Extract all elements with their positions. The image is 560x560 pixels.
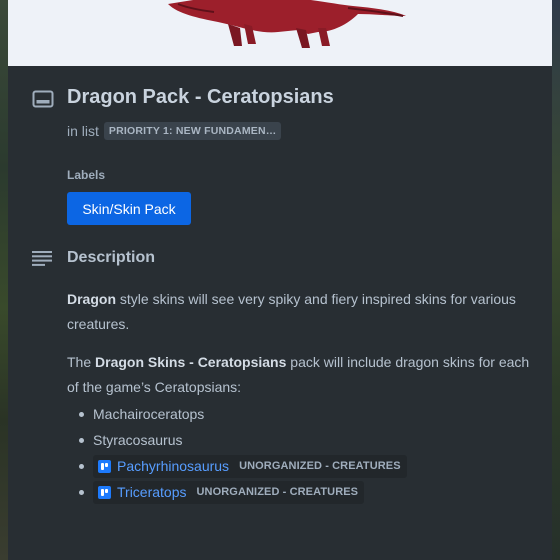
list-item-text: Machairoceratops — [93, 406, 205, 422]
background-left-edge — [0, 0, 8, 560]
in-list-label: in list — [67, 123, 99, 139]
background-right-edge — [552, 0, 560, 560]
description-heading: Description — [67, 249, 156, 266]
description-icon — [32, 251, 52, 266]
description-bold-pack-name: Dragon Skins - Ceratopsians — [95, 354, 287, 370]
labels-heading: Labels — [67, 168, 106, 182]
card-detail-panel: Dragon Pack - Ceratopsians in list PRIOR… — [8, 0, 552, 560]
card-link-title[interactable]: Pachyrhinosaurus — [117, 458, 229, 474]
list-name-pill[interactable]: PRIORITY 1: NEW FUNDAMEN… — [103, 122, 282, 140]
card-link-list-tag: UNORGANIZED - CREATURES — [239, 460, 401, 472]
list-item-text: Styracosaurus — [93, 432, 183, 448]
card-list-location: in list PRIORITY 1: NEW FUNDAMEN… — [67, 122, 282, 140]
trello-icon — [98, 459, 111, 473]
bullet-dot — [79, 464, 84, 469]
list-item: Triceratops UNORGANIZED - CREATURES — [67, 479, 543, 505]
list-item: Styracosaurus — [67, 427, 543, 453]
card-link-title[interactable]: Triceratops — [117, 484, 187, 500]
bullet-dot — [79, 412, 84, 417]
card-link-list-tag: UNORGANIZED - CREATURES — [196, 486, 359, 498]
card-cover-image[interactable] — [8, 0, 552, 66]
description-paragraph-1[interactable]: Dragon style skins will see very spiky a… — [67, 287, 543, 337]
trello-icon — [98, 485, 111, 499]
card-link-pachyrhinosaurus[interactable]: Pachyrhinosaurus UNORGANIZED - CREATURES — [93, 454, 407, 478]
description-text-2a: The — [67, 354, 96, 370]
card-title[interactable]: Dragon Pack - Ceratopsians — [67, 86, 334, 109]
list-item: Pachyrhinosaurus UNORGANIZED - CREATURES — [67, 453, 543, 479]
description-text-1: style skins will see very spiky and fier… — [67, 291, 516, 332]
card-icon — [32, 90, 54, 108]
bullet-dot — [79, 490, 84, 495]
bullet-dot — [79, 438, 84, 443]
card-link-triceratops[interactable]: Triceratops UNORGANIZED - CREATURES — [93, 480, 365, 504]
creature-list: Machairoceratops Styracosaurus Pachyrhin… — [67, 401, 543, 505]
description-bold-dragon: Dragon — [67, 291, 116, 307]
description-paragraph-2[interactable]: The Dragon Skins - Ceratopsians pack wil… — [67, 350, 543, 400]
dragon-cover-illustration — [168, 0, 406, 48]
list-item: Machairoceratops — [67, 401, 543, 427]
label-chip-skin-pack[interactable]: Skin/Skin Pack — [67, 192, 191, 225]
